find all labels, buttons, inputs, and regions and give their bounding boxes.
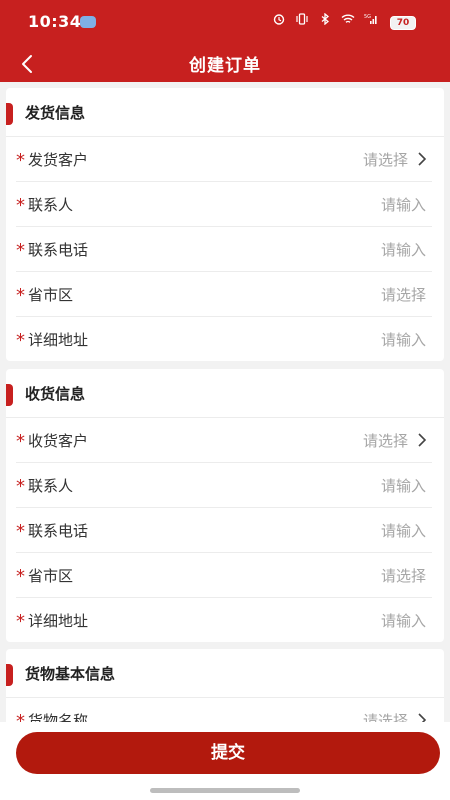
- field-contact[interactable]: * 联系人 请输入: [16, 182, 432, 227]
- chevron-right-icon: [416, 432, 428, 448]
- bluetooth-icon: [318, 13, 332, 28]
- section-accent-bar: [6, 664, 13, 686]
- section-title: 收货信息: [25, 385, 86, 403]
- field-label: 货物名称: [28, 712, 89, 722]
- required-mark: *: [16, 195, 25, 216]
- svg-text:5G: 5G: [364, 14, 371, 20]
- required-mark: *: [16, 330, 25, 351]
- required-mark: *: [16, 240, 25, 261]
- alarm-icon: [272, 13, 286, 28]
- field-label: 联系电话: [28, 241, 89, 259]
- field-region[interactable]: * 省市区 请选择: [16, 553, 432, 598]
- field-phone[interactable]: * 联系电话 请输入: [16, 227, 432, 272]
- field-placeholder: 请选择: [362, 151, 408, 169]
- field-region[interactable]: * 省市区 请选择: [16, 272, 432, 317]
- field-placeholder: 请输入: [380, 522, 426, 540]
- required-mark: *: [16, 711, 25, 723]
- field-address[interactable]: * 详细地址 请输入: [16, 598, 432, 642]
- section-shipper-info: 发货信息 * 发货客户 请选择 * 联系人 请输入 * 联系电话 请输入 * 省…: [6, 88, 444, 361]
- section-header: 发货信息: [6, 88, 444, 137]
- field-shipper-customer[interactable]: * 发货客户 请选择: [16, 137, 432, 182]
- chevron-right-icon: [416, 712, 428, 722]
- field-label: 详细地址: [28, 331, 89, 349]
- status-time: 10:34: [28, 12, 82, 31]
- field-placeholder: 请选择: [380, 286, 426, 304]
- section-header: 收货信息: [6, 369, 444, 418]
- field-label: 省市区: [28, 286, 74, 304]
- required-mark: *: [16, 521, 25, 542]
- field-phone[interactable]: * 联系电话 请输入: [16, 508, 432, 553]
- section-goods-info: 货物基本信息 * 货物名称 请选择: [6, 649, 444, 722]
- section-receiver-info: 收货信息 * 收货客户 请选择 * 联系人 请输入 * 联系电话 请输入 * 省…: [6, 369, 444, 642]
- bottom-bar: 提交: [0, 722, 450, 800]
- wifi-icon: [341, 13, 355, 28]
- field-placeholder: 请输入: [380, 241, 426, 259]
- field-address[interactable]: * 详细地址 请输入: [16, 317, 432, 361]
- signal-icon: 5G: [364, 13, 378, 28]
- app-bar: 创建订单: [0, 42, 450, 82]
- home-indicator[interactable]: [150, 788, 300, 793]
- field-label: 收货客户: [28, 432, 89, 450]
- section-accent-bar: [6, 384, 13, 406]
- chevron-right-icon: [416, 151, 428, 167]
- required-mark: *: [16, 566, 25, 587]
- field-receiver-customer[interactable]: * 收货客户 请选择: [16, 418, 432, 463]
- status-bar: 10:34 5G 70: [0, 0, 450, 42]
- battery-icon: 70: [390, 16, 416, 30]
- field-placeholder: 请输入: [380, 477, 426, 495]
- field-label: 发货客户: [28, 151, 89, 169]
- field-placeholder: 请输入: [380, 612, 426, 630]
- field-placeholder: 请选择: [362, 432, 408, 450]
- form-scroll-area[interactable]: 发货信息 * 发货客户 请选择 * 联系人 请输入 * 联系电话 请输入 * 省…: [0, 82, 450, 722]
- required-mark: *: [16, 476, 25, 497]
- section-title: 货物基本信息: [25, 665, 116, 683]
- field-placeholder: 请输入: [380, 196, 426, 214]
- required-mark: *: [16, 150, 25, 171]
- required-mark: *: [16, 611, 25, 632]
- section-header: 货物基本信息: [6, 649, 444, 698]
- field-label: 联系电话: [28, 522, 89, 540]
- field-placeholder: 请输入: [380, 331, 426, 349]
- submit-button[interactable]: 提交: [16, 732, 440, 774]
- required-mark: *: [16, 431, 25, 452]
- vibrate-icon: [295, 13, 309, 28]
- required-mark: *: [16, 285, 25, 306]
- section-title: 发货信息: [25, 104, 86, 122]
- field-label: 联系人: [28, 477, 74, 495]
- page-title: 创建订单: [189, 56, 261, 76]
- field-label: 详细地址: [28, 612, 89, 630]
- field-contact[interactable]: * 联系人 请输入: [16, 463, 432, 508]
- cloud-icon: [80, 16, 96, 28]
- field-placeholder: 请选择: [380, 567, 426, 585]
- field-label: 省市区: [28, 567, 74, 585]
- field-placeholder: 请选择: [362, 712, 408, 722]
- field-goods-name[interactable]: * 货物名称 请选择: [16, 698, 432, 722]
- section-accent-bar: [6, 103, 13, 125]
- status-icons: 5G: [272, 13, 378, 28]
- field-label: 联系人: [28, 196, 74, 214]
